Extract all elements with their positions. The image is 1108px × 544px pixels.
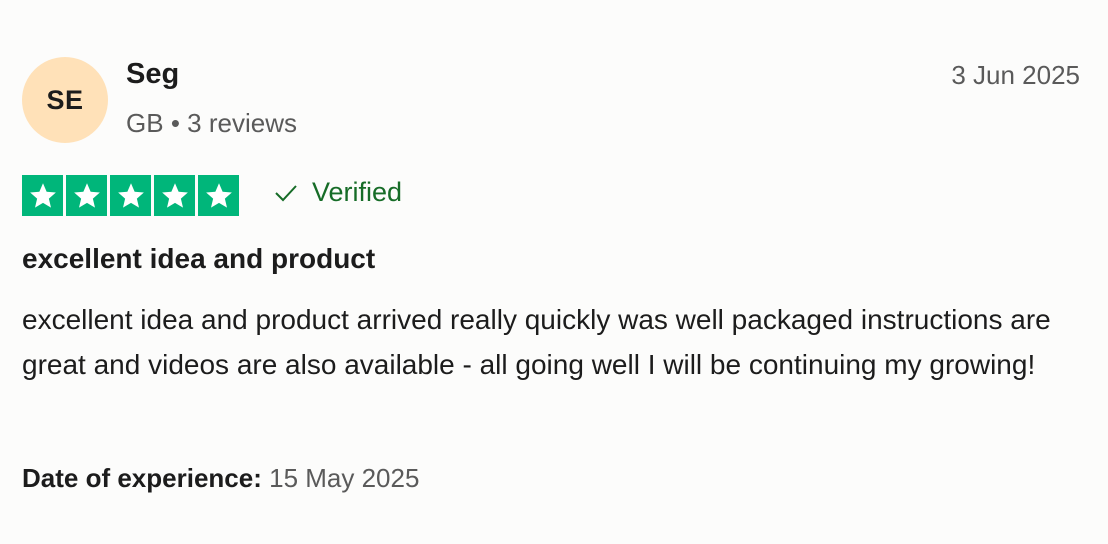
experience-label: Date of experience: xyxy=(22,463,262,493)
experience-date: 15 May 2025 xyxy=(269,463,420,493)
star-icon xyxy=(154,175,195,216)
reviewer-review-count: 3 reviews xyxy=(187,108,297,138)
reviewer-meta: GB • 3 reviews xyxy=(126,108,297,139)
checkmark-icon xyxy=(274,183,298,203)
star-icon xyxy=(110,175,151,216)
verified-label: Verified xyxy=(312,177,403,207)
verified-badge[interactable]: Verified xyxy=(274,177,402,208)
meta-separator: • xyxy=(170,108,180,138)
star-icon xyxy=(66,175,107,216)
review-body: excellent idea and product arrived reall… xyxy=(22,304,1051,380)
review-date: 3 Jun 2025 xyxy=(951,60,1080,90)
review-title: excellent idea and product xyxy=(22,243,376,274)
star-icon xyxy=(22,175,63,216)
date-of-experience: Date of experience: 15 May 2025 xyxy=(22,463,419,494)
avatar[interactable]: SE xyxy=(22,57,108,143)
reviewer-name[interactable]: Seg xyxy=(126,58,179,91)
star-rating xyxy=(22,175,239,216)
star-icon xyxy=(198,175,239,216)
review-card: SE Seg GB • 3 reviews 3 Jun 2025 Verifie… xyxy=(0,0,1108,544)
reviewer-country: GB xyxy=(126,108,164,138)
